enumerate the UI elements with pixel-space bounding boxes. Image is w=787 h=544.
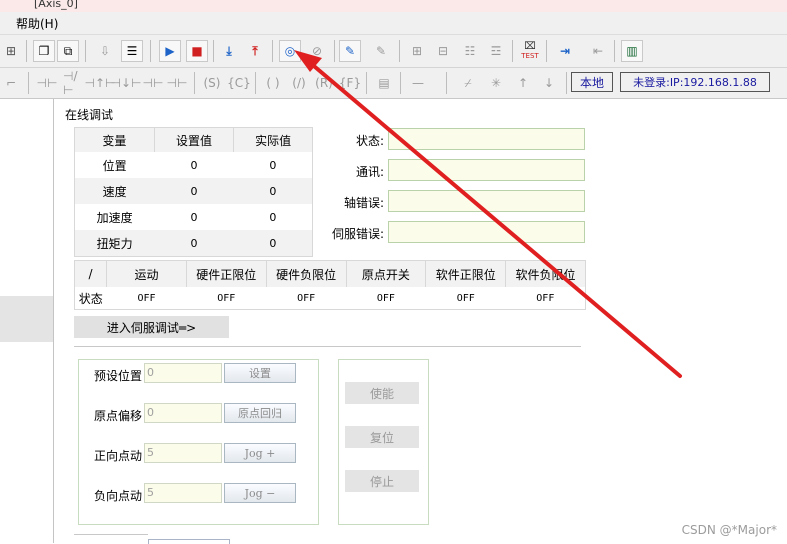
watermark: CSDN @*Major* bbox=[681, 523, 777, 537]
arrow-shaft bbox=[306, 59, 682, 378]
annotation-arrow bbox=[294, 50, 682, 378]
